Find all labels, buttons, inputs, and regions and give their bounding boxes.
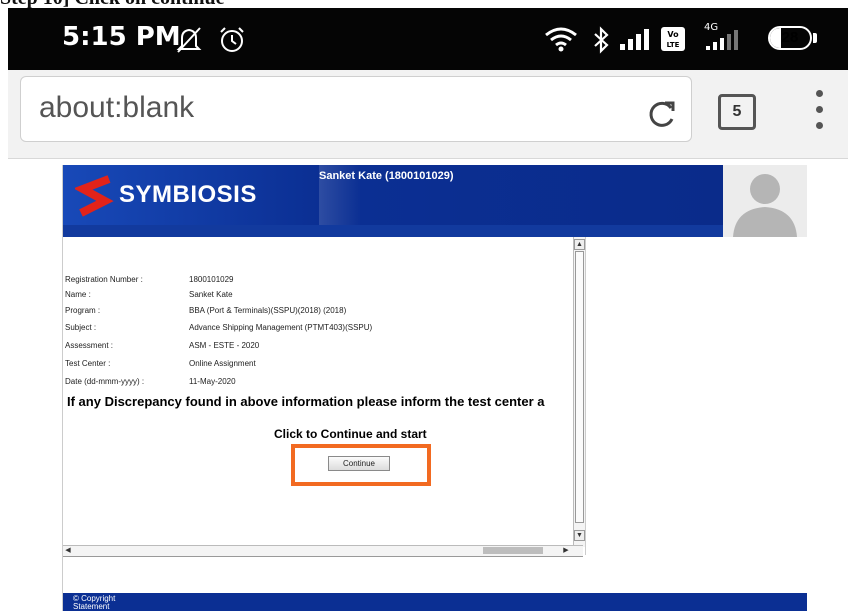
mute-icon [176, 26, 206, 59]
field-label: Program : [65, 306, 101, 315]
status-bar: 5:15 PM Vo LTE 4G 28 [8, 8, 848, 70]
step-caption: Step 10] Click on continue [0, 0, 848, 8]
battery-tip [813, 33, 817, 43]
field-label: Assessment : [65, 341, 114, 350]
bluetooth-icon [592, 26, 610, 59]
scroll-up-arrow-icon[interactable]: ▲ [574, 239, 585, 250]
4g-signal-icon: 4G [702, 20, 746, 57]
svg-text:Vo: Vo [667, 30, 679, 39]
frame-border [585, 237, 586, 555]
network-label: 4G [704, 22, 718, 33]
scroll-left-arrow-icon[interactable]: ◀ [63, 546, 73, 555]
wifi-icon [544, 26, 578, 57]
battery-icon: 28 [768, 26, 812, 50]
field-label: Date (dd-mmm-yyyy) : [65, 377, 145, 386]
field-value: BBA (Port & Terminals)(SSPU)(2018) (2018… [189, 306, 347, 315]
tabs-icon[interactable]: 5 [718, 94, 756, 130]
discrepancy-notice: If any Discrepancy found in above inform… [67, 394, 545, 409]
header-stripe [63, 225, 807, 237]
status-time: 5:15 PM [62, 22, 181, 52]
copyright-text: © Copyright Statement [73, 594, 116, 611]
volte-icon: Vo LTE [660, 26, 686, 57]
portal-header: SYMBIOSIS Sanket Kate (1800101029) [63, 165, 807, 237]
symbiosis-logo-icon [73, 175, 115, 228]
battery-level: 28 [781, 29, 799, 46]
browser-toolbar: about:blank 5 [8, 70, 848, 159]
continue-button[interactable]: Continue [328, 456, 390, 471]
field-value: Advance Shipping Management (PTMT403)(SS… [189, 323, 373, 332]
scroll-right-arrow-icon[interactable]: ▶ [561, 546, 571, 555]
exam-portal-page: SYMBIOSIS Sanket Kate (1800101029) Regis… [62, 165, 807, 611]
field-label: Test Center : [65, 359, 111, 368]
portal-footer: © Copyright Statement [63, 593, 807, 611]
avatar [723, 165, 807, 237]
field-value: Sanket Kate [189, 290, 233, 299]
field-label: Name : [65, 290, 91, 299]
scroll-down-arrow-icon[interactable]: ▼ [574, 530, 585, 541]
field-value: Online Assignment [189, 359, 256, 368]
url-text[interactable]: about:blank [39, 91, 194, 125]
horizontal-scrollbar[interactable]: ◀ ▶ [63, 545, 583, 557]
continue-prompt: Click to Continue and start [274, 427, 427, 441]
field-label: Registration Number : [65, 275, 143, 284]
alarm-icon [218, 26, 246, 59]
field-value: ASM - ESTE - 2020 [189, 341, 260, 350]
scroll-thumb[interactable] [575, 251, 584, 523]
reload-icon[interactable] [647, 99, 677, 134]
candidate-name: Sanket Kate (1800101029) [319, 170, 454, 182]
address-bar[interactable]: about:blank [20, 76, 692, 142]
menu-icon[interactable] [816, 90, 826, 136]
candidate-info-panel: Registration Number : 1800101029 Name : Sa… [63, 237, 583, 551]
field-label: Subject : [65, 323, 97, 332]
field-value: 1800101029 [189, 275, 234, 284]
svg-text:LTE: LTE [667, 41, 680, 49]
signal-icon [618, 26, 652, 57]
field-value: 11-May-2020 [189, 377, 236, 386]
horizontal-scroll-thumb[interactable] [483, 547, 543, 554]
brand-name: SYMBIOSIS [119, 181, 257, 208]
